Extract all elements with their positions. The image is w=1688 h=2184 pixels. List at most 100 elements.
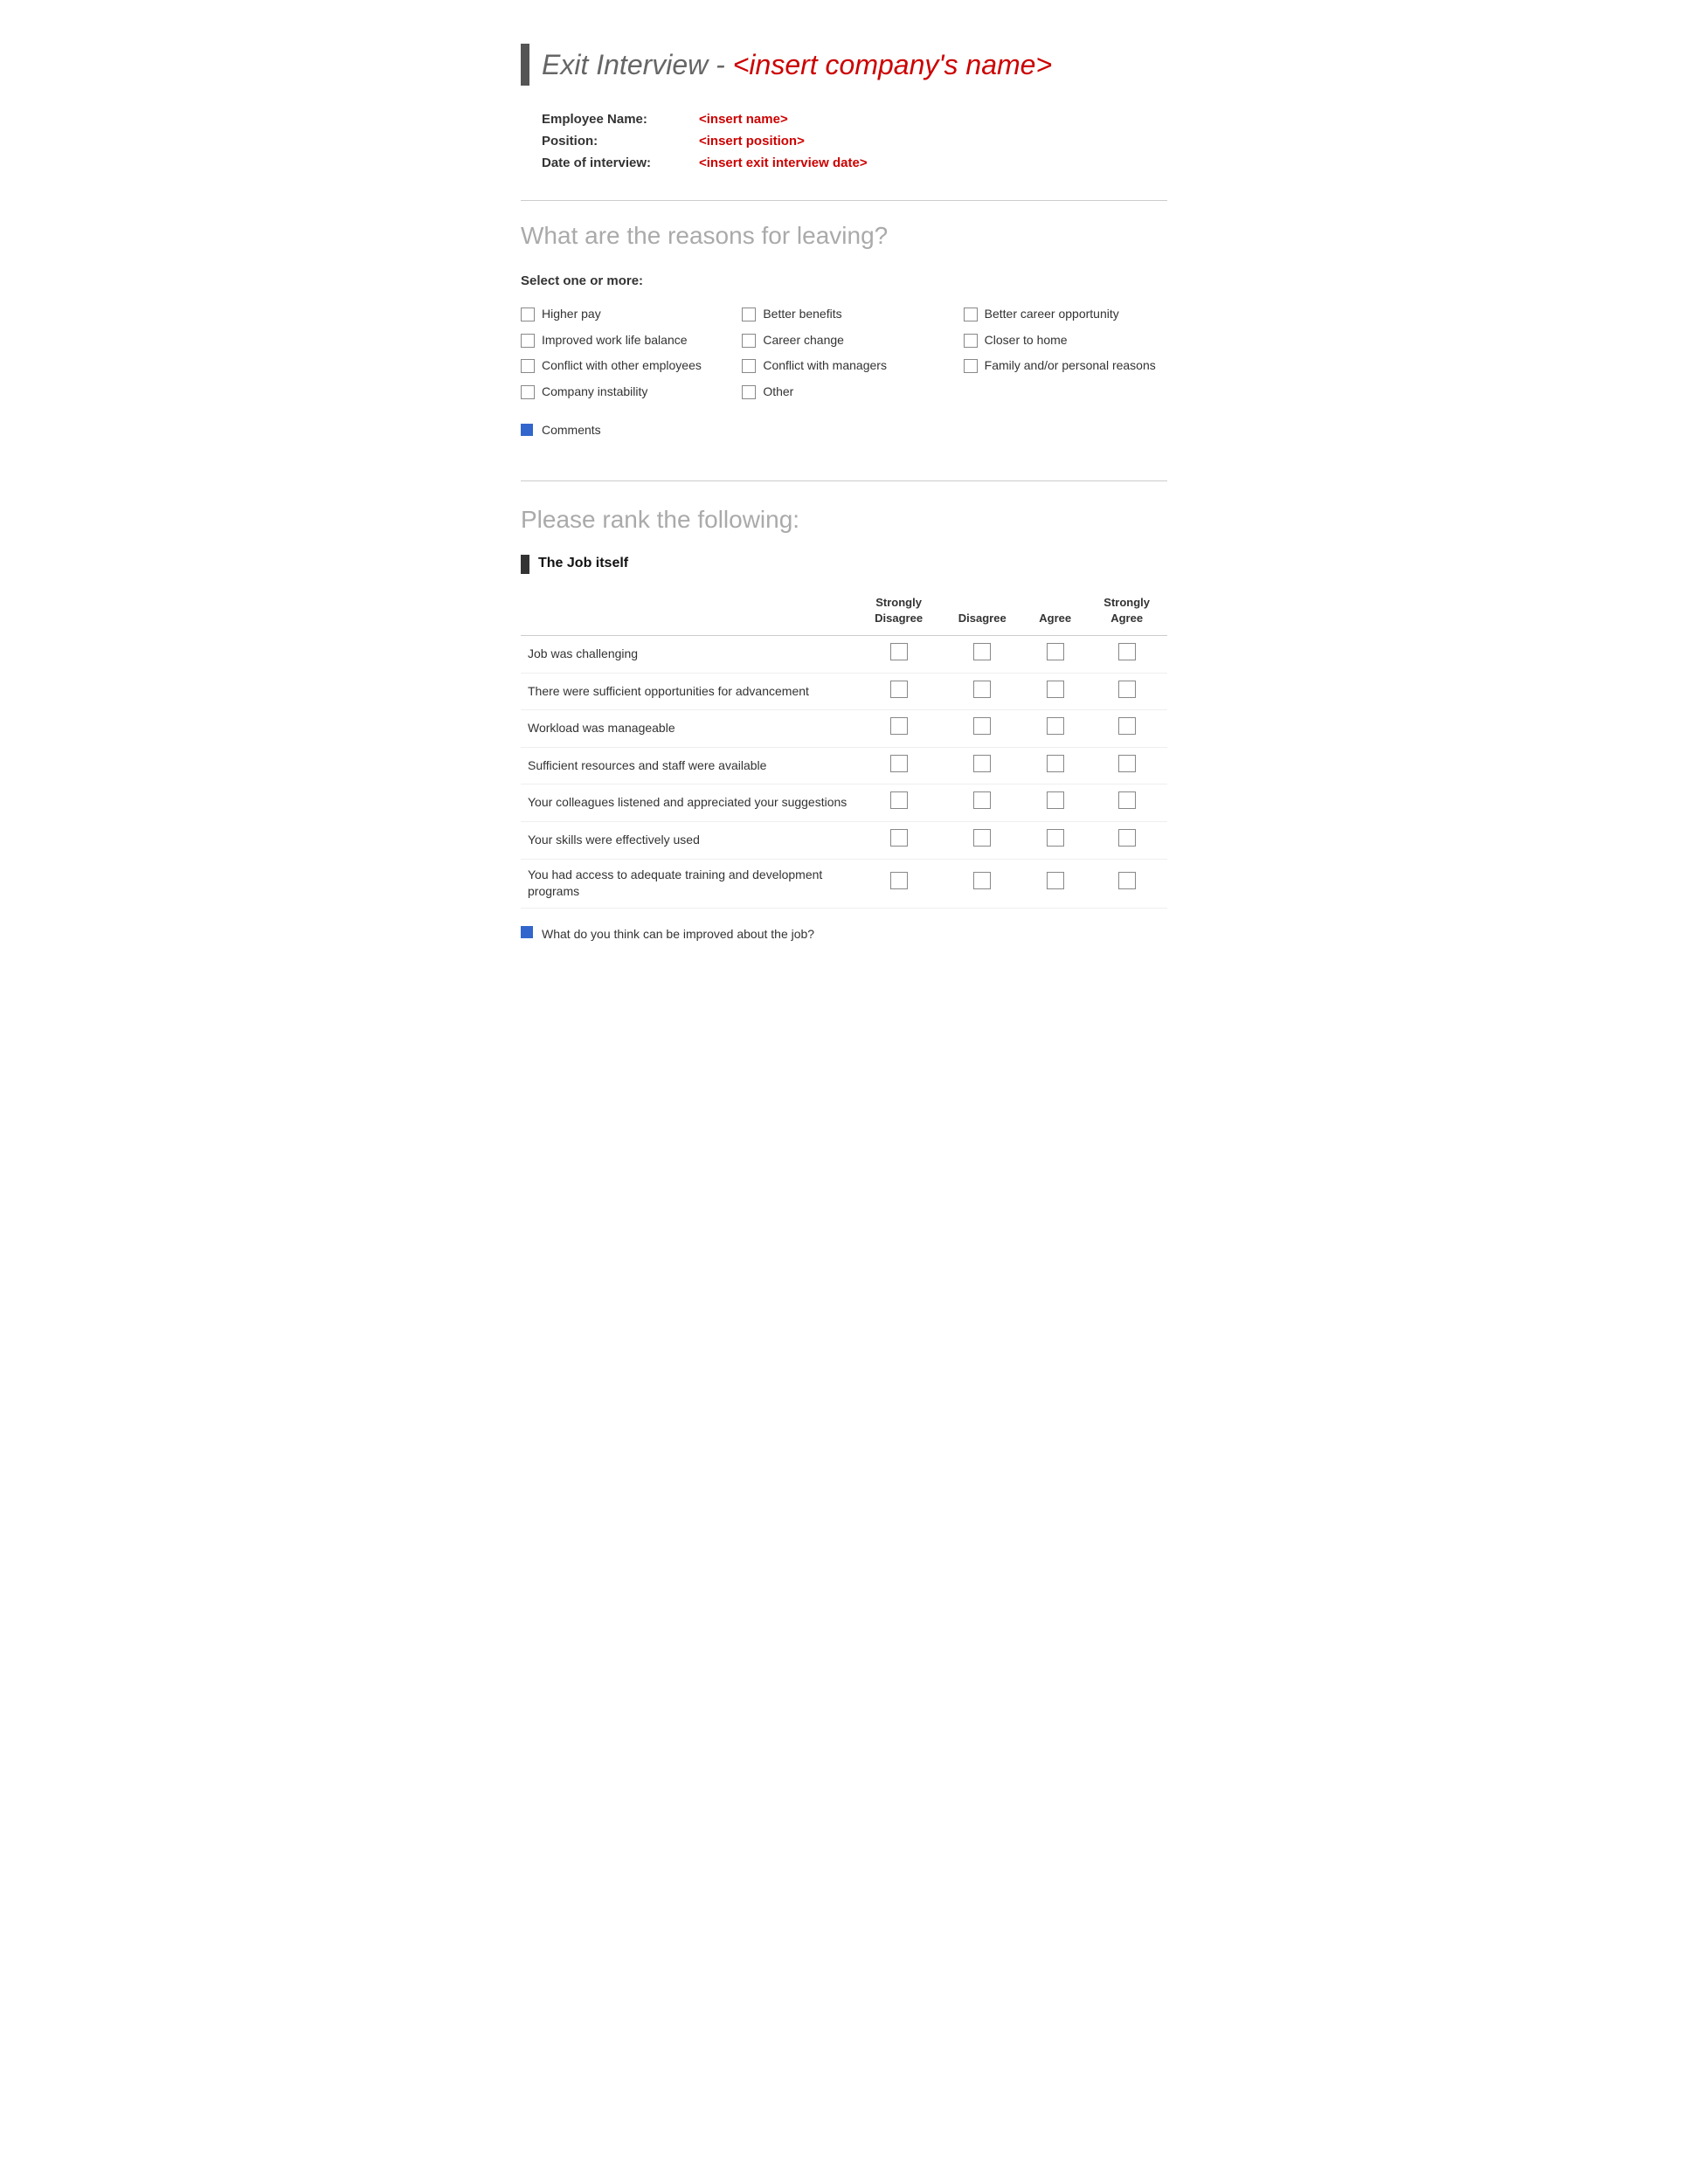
- checkbox-closer-home[interactable]: Closer to home: [964, 332, 1167, 349]
- checkbox-box[interactable]: [964, 308, 978, 321]
- rating-checkbox[interactable]: [973, 872, 991, 889]
- checkbox-box[interactable]: [742, 334, 756, 348]
- checkbox-label: Conflict with other employees: [542, 357, 702, 375]
- rating-checkbox[interactable]: [890, 643, 908, 660]
- rating-checkbox[interactable]: [890, 829, 908, 847]
- checkbox-better-career[interactable]: Better career opportunity: [964, 306, 1167, 323]
- page-container: Exit Interview - <insert company's name>…: [468, 0, 1220, 995]
- position-value[interactable]: <insert position>: [699, 132, 805, 150]
- checkbox-family-personal[interactable]: Family and/or personal reasons: [964, 357, 1167, 375]
- checkbox-box[interactable]: [964, 334, 978, 348]
- checkbox-box[interactable]: [521, 308, 535, 321]
- rating-cell-d[interactable]: [940, 636, 1024, 674]
- rating-cell-sa[interactable]: [1086, 822, 1167, 860]
- checkbox-label: Other: [763, 384, 793, 401]
- rating-cell-d[interactable]: [940, 673, 1024, 710]
- checkbox-label: Company instability: [542, 384, 647, 401]
- checkbox-box[interactable]: [742, 385, 756, 399]
- checkbox-conflict-employees[interactable]: Conflict with other employees: [521, 357, 724, 375]
- rating-cell-sd[interactable]: [857, 784, 941, 822]
- rating-checkbox[interactable]: [890, 755, 908, 772]
- checkbox-label: Family and/or personal reasons: [985, 357, 1156, 375]
- rating-checkbox[interactable]: [890, 872, 908, 889]
- section1-title: What are the reasons for leaving?: [521, 218, 1167, 252]
- rating-checkbox[interactable]: [1118, 791, 1136, 809]
- rating-cell-a[interactable]: [1024, 859, 1086, 908]
- rating-cell-d[interactable]: [940, 747, 1024, 784]
- checkbox-label: Closer to home: [985, 332, 1068, 349]
- rating-checkbox[interactable]: [1118, 681, 1136, 698]
- header-bar: [521, 44, 529, 86]
- rating-checkbox[interactable]: [1047, 829, 1064, 847]
- checkbox-box[interactable]: [964, 359, 978, 373]
- date-value[interactable]: <insert exit interview date>: [699, 154, 868, 172]
- rating-cell-d[interactable]: [940, 822, 1024, 860]
- rating-cell-sd[interactable]: [857, 747, 941, 784]
- rating-checkbox[interactable]: [973, 791, 991, 809]
- rating-checkbox[interactable]: [973, 717, 991, 735]
- rating-cell-sd[interactable]: [857, 636, 941, 674]
- rating-checkbox[interactable]: [973, 681, 991, 698]
- checkbox-box[interactable]: [521, 359, 535, 373]
- rating-checkbox[interactable]: [1118, 829, 1136, 847]
- rating-checkbox[interactable]: [1047, 755, 1064, 772]
- rating-cell-sd[interactable]: [857, 822, 941, 860]
- row-label: You had access to adequate training and …: [521, 859, 857, 908]
- rating-checkbox[interactable]: [973, 755, 991, 772]
- subsection-bar: [521, 555, 529, 574]
- checkbox-work-life[interactable]: Improved work life balance: [521, 332, 724, 349]
- rating-cell-a[interactable]: [1024, 673, 1086, 710]
- rating-checkbox[interactable]: [1047, 791, 1064, 809]
- employee-name-label: Employee Name:: [542, 110, 699, 128]
- rating-checkbox[interactable]: [1047, 717, 1064, 735]
- checkbox-box[interactable]: [521, 385, 535, 399]
- checkbox-box[interactable]: [742, 308, 756, 321]
- checkbox-box[interactable]: [521, 334, 535, 348]
- rating-checkbox[interactable]: [1047, 643, 1064, 660]
- rating-checkbox[interactable]: [1118, 717, 1136, 735]
- checkbox-other[interactable]: Other: [742, 384, 945, 401]
- rating-checkbox[interactable]: [1118, 755, 1136, 772]
- rating-checkbox[interactable]: [1047, 872, 1064, 889]
- rating-checkbox[interactable]: [890, 791, 908, 809]
- checkbox-label: Higher pay: [542, 306, 601, 323]
- rating-cell-sa[interactable]: [1086, 747, 1167, 784]
- rating-checkbox[interactable]: [1118, 643, 1136, 660]
- row-label: There were sufficient opportunities for …: [521, 673, 857, 710]
- rating-cell-a[interactable]: [1024, 822, 1086, 860]
- checkbox-better-benefits[interactable]: Better benefits: [742, 306, 945, 323]
- rating-cell-a[interactable]: [1024, 710, 1086, 748]
- col-header-agree: Agree: [1024, 590, 1086, 636]
- checkbox-box[interactable]: [742, 359, 756, 373]
- select-instruction: Select one or more:: [521, 272, 1167, 290]
- rating-cell-sa[interactable]: [1086, 859, 1167, 908]
- checkbox-conflict-managers[interactable]: Conflict with managers: [742, 357, 945, 375]
- rating-cell-d[interactable]: [940, 859, 1024, 908]
- rating-checkbox[interactable]: [1047, 681, 1064, 698]
- rating-checkbox[interactable]: [973, 829, 991, 847]
- checkbox-higher-pay[interactable]: Higher pay: [521, 306, 724, 323]
- checkbox-career-change[interactable]: Career change: [742, 332, 945, 349]
- rating-checkbox[interactable]: [973, 643, 991, 660]
- rating-cell-a[interactable]: [1024, 747, 1086, 784]
- checkbox-company-instability[interactable]: Company instability: [521, 384, 724, 401]
- rating-checkbox[interactable]: [1118, 872, 1136, 889]
- rating-checkbox[interactable]: [890, 717, 908, 735]
- rating-cell-sa[interactable]: [1086, 784, 1167, 822]
- rating-cell-d[interactable]: [940, 784, 1024, 822]
- rating-cell-sd[interactable]: [857, 673, 941, 710]
- rating-cell-d[interactable]: [940, 710, 1024, 748]
- col-header-strongly-disagree: StronglyDisagree: [857, 590, 941, 636]
- rating-cell-a[interactable]: [1024, 784, 1086, 822]
- rating-cell-sd[interactable]: [857, 859, 941, 908]
- rating-cell-sa[interactable]: [1086, 636, 1167, 674]
- rating-cell-sa[interactable]: [1086, 710, 1167, 748]
- table-row: Your colleagues listened and appreciated…: [521, 784, 1167, 822]
- comments-label: Comments: [542, 422, 601, 439]
- rating-cell-sa[interactable]: [1086, 673, 1167, 710]
- rating-checkbox[interactable]: [890, 681, 908, 698]
- employee-name-value[interactable]: <insert name>: [699, 110, 788, 128]
- rating-cell-sd[interactable]: [857, 710, 941, 748]
- rating-cell-a[interactable]: [1024, 636, 1086, 674]
- title-company-placeholder: <insert company's name>: [733, 49, 1052, 80]
